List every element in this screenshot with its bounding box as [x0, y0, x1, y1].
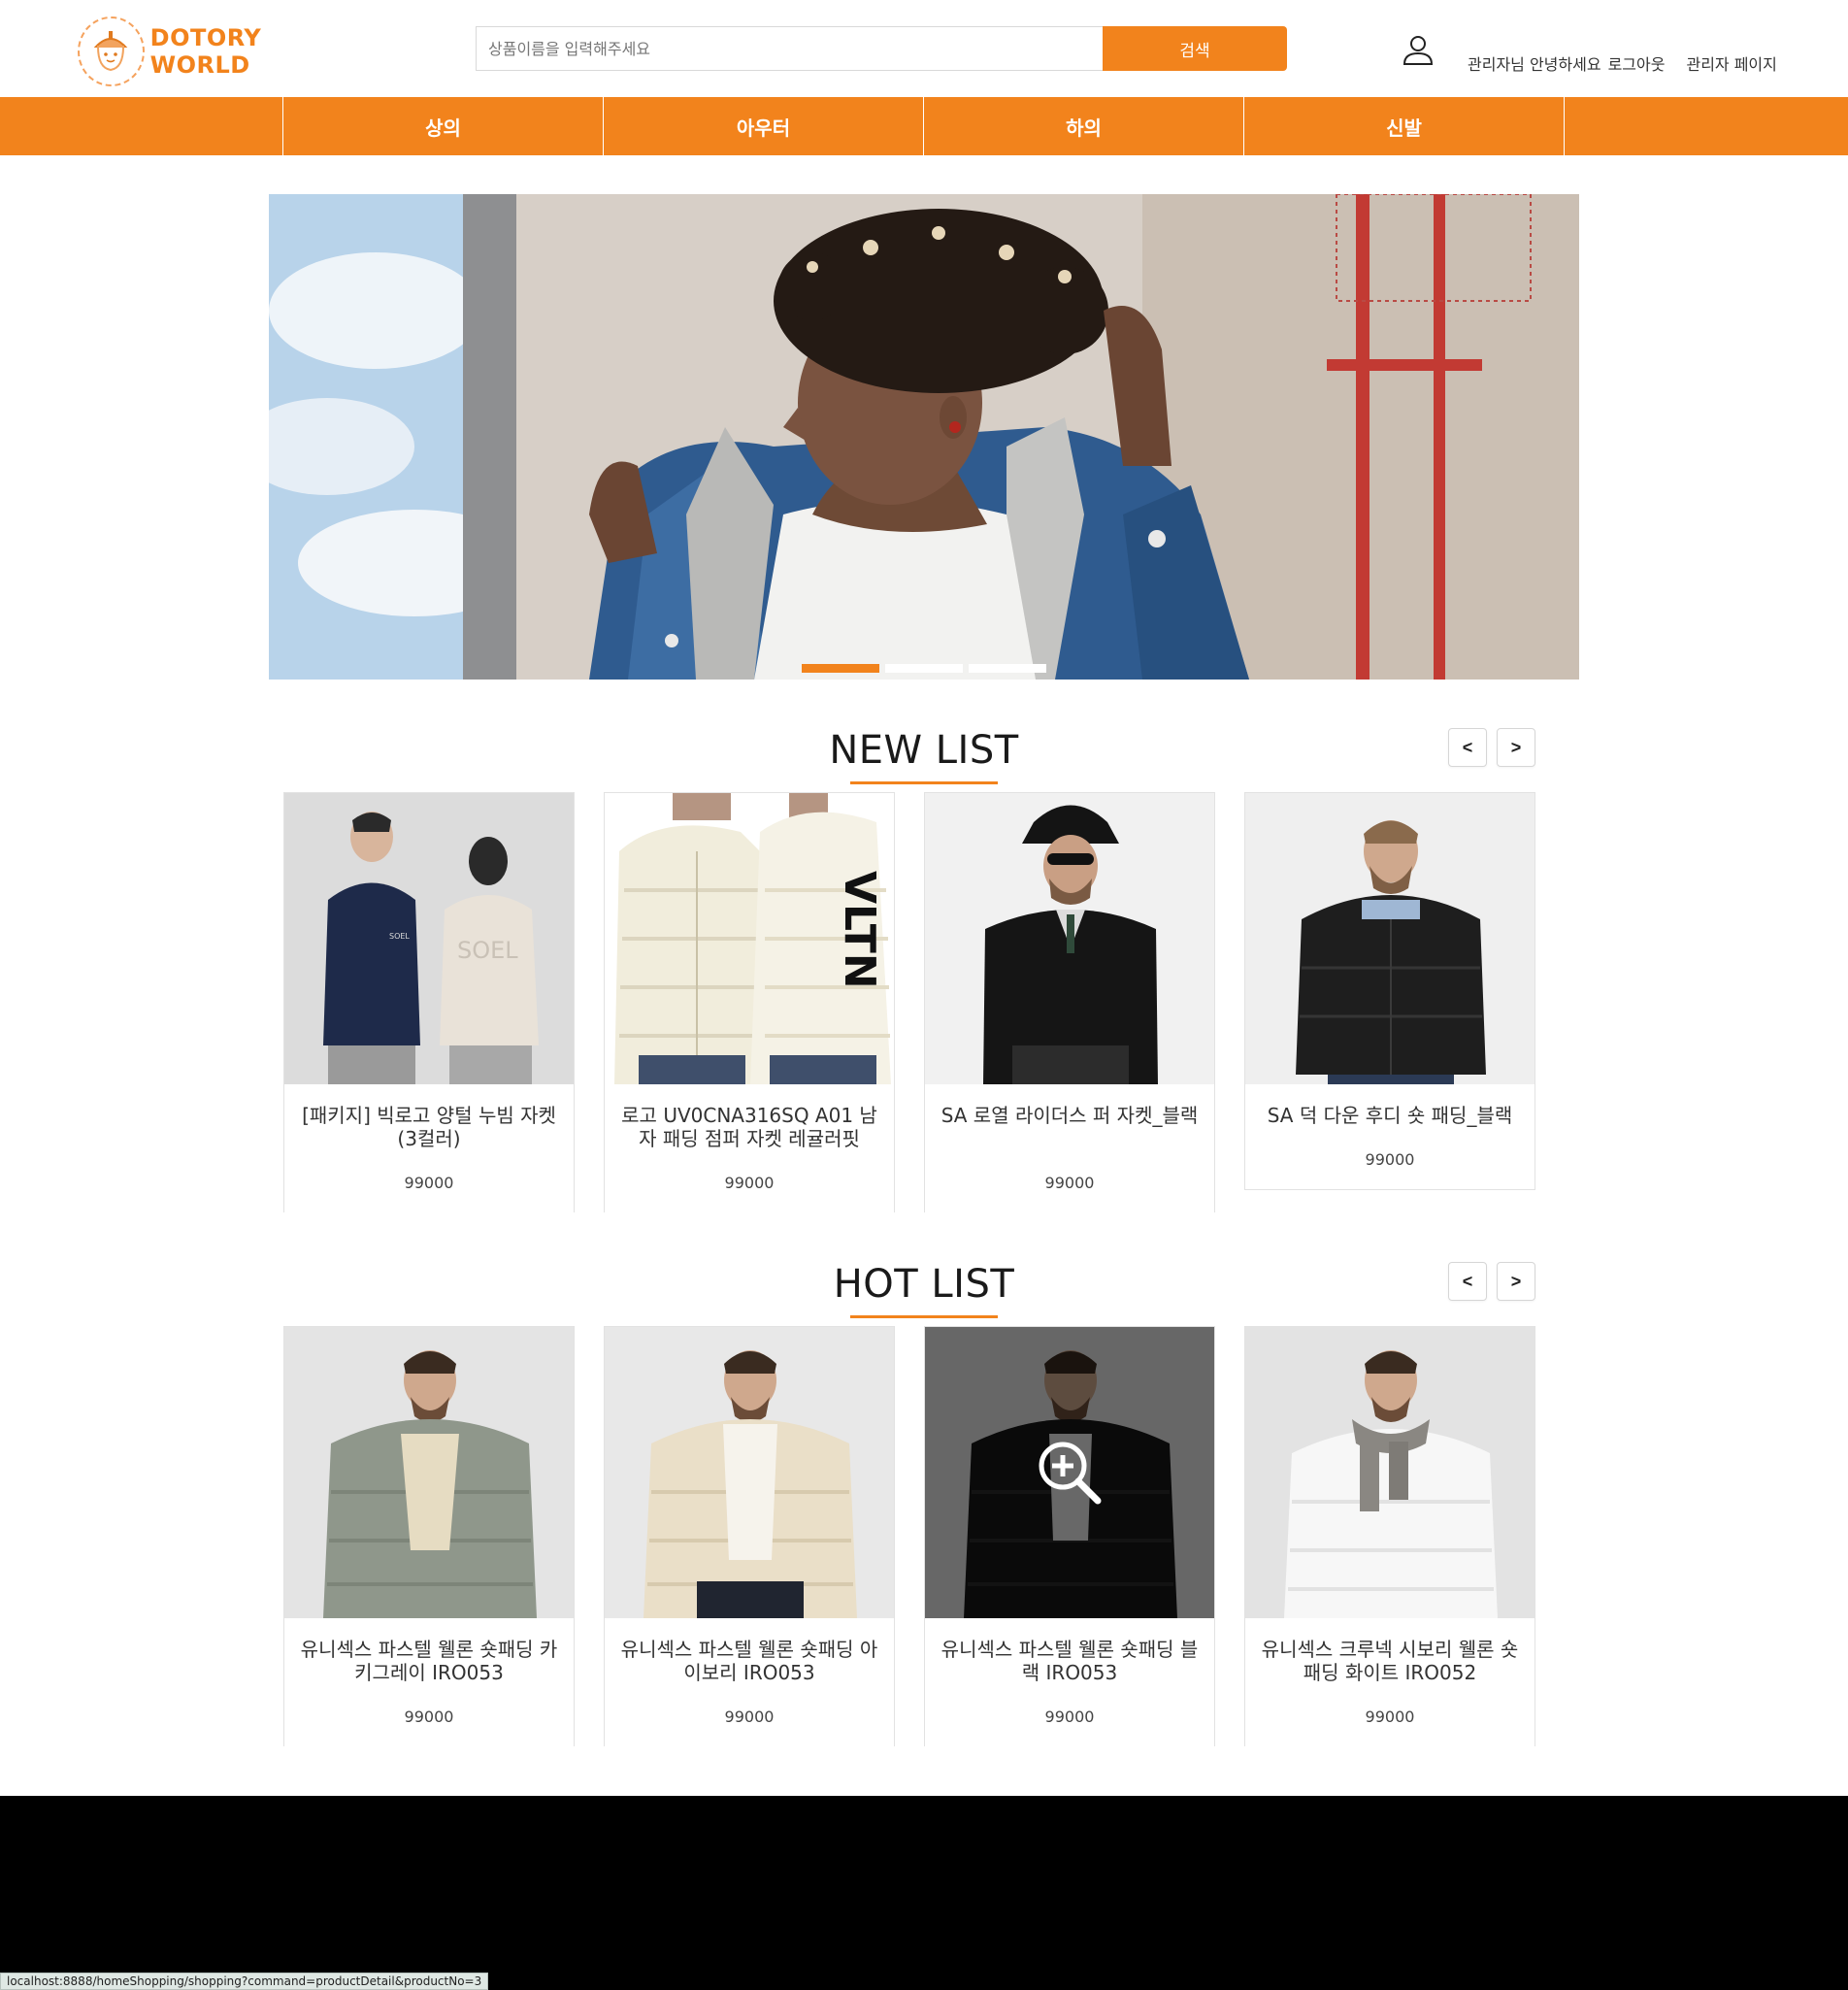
- search-bar: 검색: [476, 26, 1287, 71]
- logout-link[interactable]: 로그아웃: [1608, 51, 1666, 75]
- product-name: [패키지] 빅로고 양털 누빔 자켓 (3컬러): [302, 1104, 556, 1150]
- banner-photo: [269, 194, 1579, 680]
- product-card[interactable]: 유니섹스 파스텔 웰론 숏패딩 카키그레이 IRO053 99000: [283, 1326, 575, 1746]
- banner-dot-3[interactable]: [969, 664, 1046, 673]
- product-price: 99000: [724, 1708, 775, 1726]
- search-input[interactable]: [476, 26, 1103, 71]
- product-name: SA 로열 라이더스 퍼 자켓_블랙: [940, 1104, 1199, 1127]
- product-card[interactable]: 유니섹스 크루넥 시보리 웰론 숏패딩 화이트 IRO052 99000: [1244, 1326, 1535, 1746]
- product-price: 99000: [1365, 1708, 1415, 1726]
- product-price: 99000: [1044, 1708, 1095, 1726]
- site-header: DOTORY WORLD 검색 관리자님 안녕하세요 로그아웃 관리자 페이지: [0, 0, 1848, 97]
- product-name: 유니섹스 파스텔 웰론 숏패딩 블랙 IRO053: [940, 1638, 1199, 1684]
- hero-banner[interactable]: [269, 194, 1579, 680]
- product-image[interactable]: [1245, 793, 1534, 1084]
- product-image[interactable]: [925, 793, 1214, 1084]
- site-footer: [0, 1796, 1848, 1990]
- product-card[interactable]: SA 덕 다운 후디 숏 패딩_블랙 99000: [1244, 792, 1535, 1190]
- banner-dot-1[interactable]: [802, 664, 879, 673]
- product-card[interactable]: SA 로열 라이더스 퍼 자켓_블랙 99000: [924, 792, 1215, 1212]
- nav-item-shoes[interactable]: 신발: [1244, 97, 1565, 155]
- nav-item-outerwear[interactable]: 아우터: [604, 97, 924, 155]
- product-price: 99000: [1365, 1150, 1415, 1169]
- product-price: 99000: [724, 1174, 775, 1192]
- hot-list-title: HOT LIST: [833, 1262, 1015, 1307]
- product-image[interactable]: [284, 1327, 574, 1618]
- product-card[interactable]: 유니섹스 파스텔 웰론 숏패딩 아이보리 IRO053 99000: [604, 1326, 895, 1746]
- product-card[interactable]: 유니섹스 파스텔 웰론 숏패딩 블랙 IRO053 99000: [924, 1326, 1215, 1746]
- product-price: 99000: [1044, 1174, 1095, 1192]
- new-list-next-button[interactable]: >: [1497, 728, 1535, 767]
- product-image[interactable]: VLTN: [605, 793, 894, 1084]
- banner-pagination: [802, 664, 1046, 673]
- product-image[interactable]: SOEL SOEL: [284, 793, 574, 1084]
- product-name: SA 덕 다운 후디 숏 패딩_블랙: [1267, 1104, 1513, 1127]
- svg-text:SOEL: SOEL: [389, 932, 410, 941]
- new-list-underline: [850, 781, 998, 784]
- product-price: 99000: [404, 1708, 454, 1726]
- product-image[interactable]: [605, 1327, 894, 1618]
- product-name: 유니섹스 파스텔 웰론 숏패딩 카키그레이 IRO053: [300, 1638, 558, 1684]
- greeting-text: 관리자님 안녕하세요: [1468, 55, 1601, 74]
- user-icon[interactable]: [1402, 33, 1435, 66]
- zoom-in-icon[interactable]: [1036, 1439, 1104, 1507]
- browser-status-url: localhost:8888/homeShopping/shopping?com…: [0, 1973, 489, 1990]
- user-links: 관리자님 안녕하세요 로그아웃 관리자 페이지: [1468, 51, 1777, 75]
- svg-text:SOEL: SOEL: [457, 937, 518, 964]
- hover-overlay: [925, 1327, 1214, 1618]
- new-list-prev-button[interactable]: <: [1448, 728, 1487, 767]
- hot-list-next-button[interactable]: >: [1497, 1262, 1535, 1301]
- product-card[interactable]: SOEL SOEL [패키지] 빅로고 양털 누빔 자켓 (3컬러) 99000: [283, 792, 575, 1212]
- banner-dot-2[interactable]: [885, 664, 963, 673]
- product-image[interactable]: [1245, 1327, 1534, 1618]
- product-card[interactable]: VLTN 로고 UV0CNA316SQ A01 남자 패딩 점퍼 자켓 레귤러핏…: [604, 792, 895, 1212]
- product-name: 로고 UV0CNA316SQ A01 남자 패딩 점퍼 자켓 레귤러핏: [621, 1104, 877, 1150]
- acorn-logo-icon: [78, 17, 145, 86]
- nav-item-bottoms[interactable]: 하의: [924, 97, 1244, 155]
- svg-text:VLTN: VLTN: [835, 871, 884, 989]
- logo-text: DOTORY WORLD: [149, 24, 262, 79]
- site-logo[interactable]: DOTORY WORLD: [78, 17, 359, 86]
- hot-list-underline: [850, 1315, 998, 1318]
- product-name: 유니섹스 크루넥 시보리 웰론 숏패딩 화이트 IRO052: [1261, 1638, 1519, 1684]
- product-price: 99000: [404, 1174, 454, 1192]
- search-button[interactable]: 검색: [1103, 26, 1287, 71]
- hot-list-prev-button[interactable]: <: [1448, 1262, 1487, 1301]
- category-nav: 상의 아우터 하의 신발: [0, 97, 1848, 155]
- nav-item-tops[interactable]: 상의: [283, 97, 604, 155]
- product-image[interactable]: [925, 1327, 1214, 1618]
- product-name: 유니섹스 파스텔 웰론 숏패딩 아이보리 IRO053: [620, 1638, 878, 1684]
- admin-page-link[interactable]: 관리자 페이지: [1686, 51, 1776, 75]
- new-list-title: NEW LIST: [829, 728, 1019, 773]
